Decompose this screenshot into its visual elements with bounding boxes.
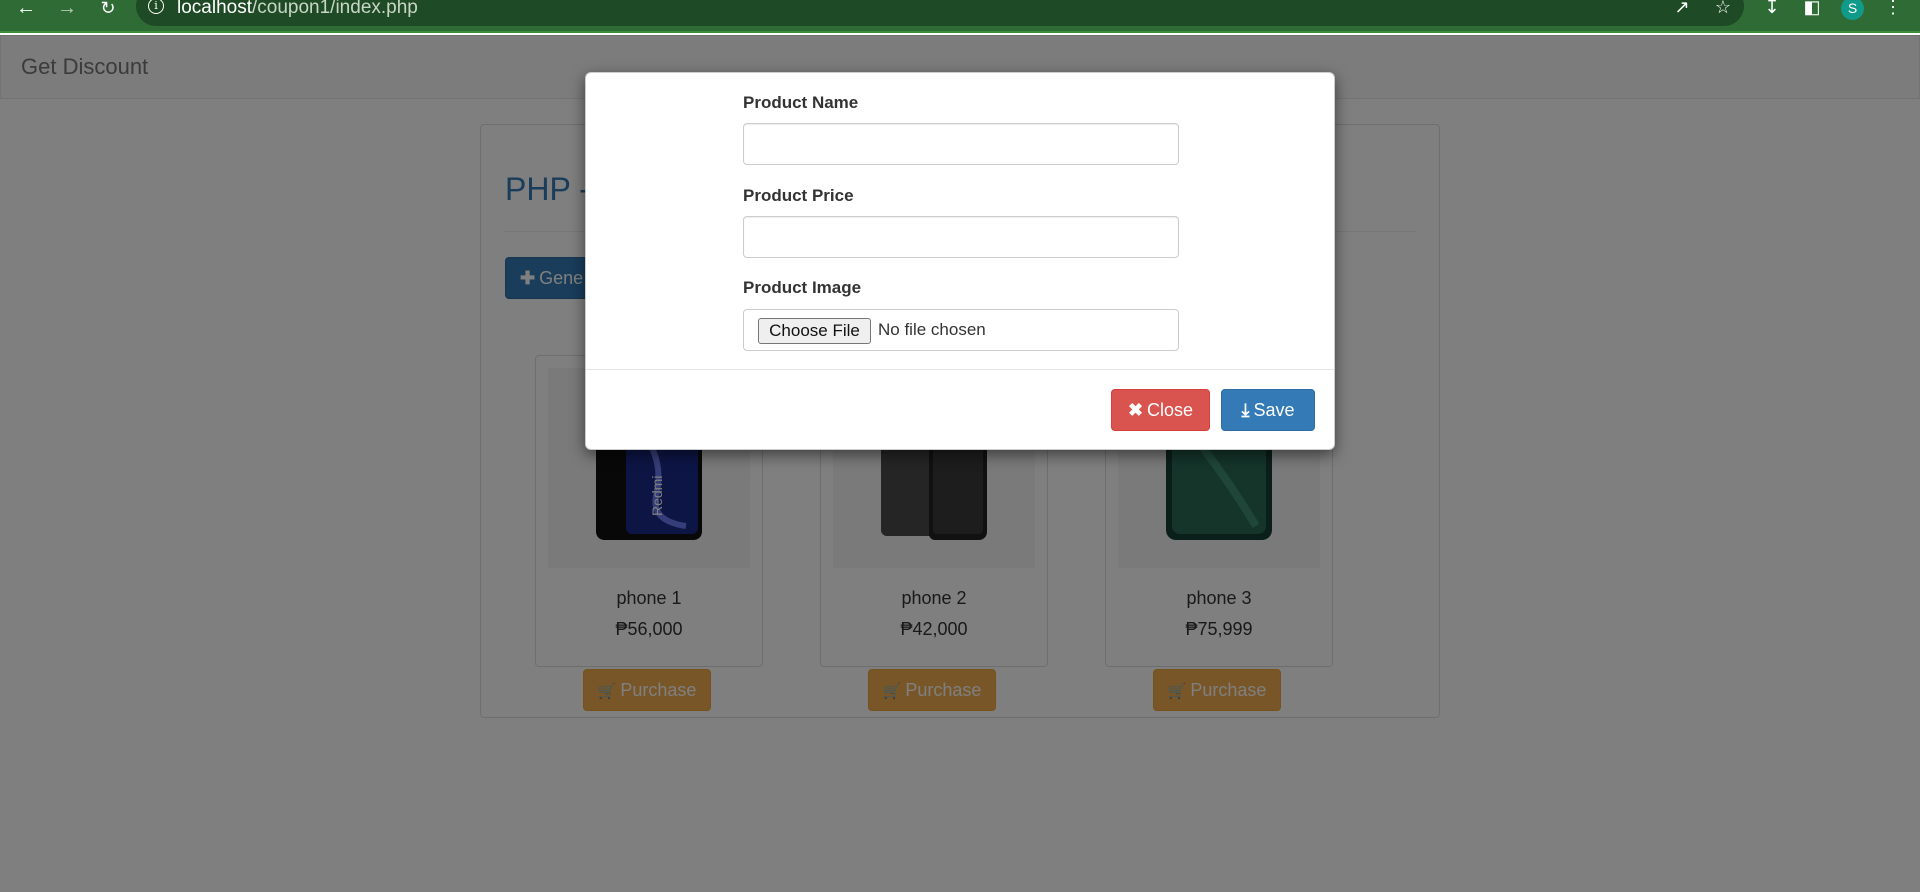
product-name-input[interactable] (743, 123, 1179, 165)
close-button[interactable]: ✖ Close (1111, 389, 1210, 431)
download-icon: ⤓ (1241, 400, 1250, 420)
product-name-label: Product Name (743, 93, 859, 112)
add-product-modal: Product Name Product Price Product Image… (585, 72, 1335, 450)
browser-toolbar: ← → ↻ i localhost/coupon1/index.php ↗ ☆ … (0, 0, 1920, 33)
url-text[interactable]: localhost/coupon1/index.php (177, 0, 418, 19)
product-image-file-input[interactable]: Choose File No file chosen (743, 309, 1179, 351)
profile-avatar[interactable]: S (1841, 0, 1864, 20)
save-button-label: Save (1253, 400, 1295, 420)
back-arrow-icon[interactable]: ← (14, 0, 38, 18)
url-path: /coupon1/index.php (252, 0, 418, 18)
reload-icon[interactable]: ↻ (96, 0, 120, 18)
forward-arrow-icon[interactable]: → (55, 0, 79, 18)
product-price-label: Product Price (743, 186, 854, 205)
side-panel-icon[interactable]: ◧ (1801, 0, 1823, 16)
save-button[interactable]: ⤓ Save (1221, 389, 1315, 431)
share-icon[interactable]: ↗ (1671, 0, 1693, 16)
file-status-text: No file chosen (878, 320, 986, 339)
download-icon[interactable]: ↧ (1761, 0, 1783, 16)
choose-file-button[interactable]: Choose File (758, 318, 871, 344)
bookmark-star-icon[interactable]: ☆ (1712, 0, 1734, 16)
times-icon: ✖ (1127, 400, 1144, 420)
menu-kebab-icon[interactable]: ⋮ (1882, 0, 1904, 16)
product-image-label: Product Image (743, 278, 862, 297)
url-host: localhost (177, 0, 252, 18)
modal-footer-divider (586, 369, 1334, 370)
close-button-label: Close (1147, 400, 1194, 420)
product-price-input[interactable] (743, 216, 1179, 258)
